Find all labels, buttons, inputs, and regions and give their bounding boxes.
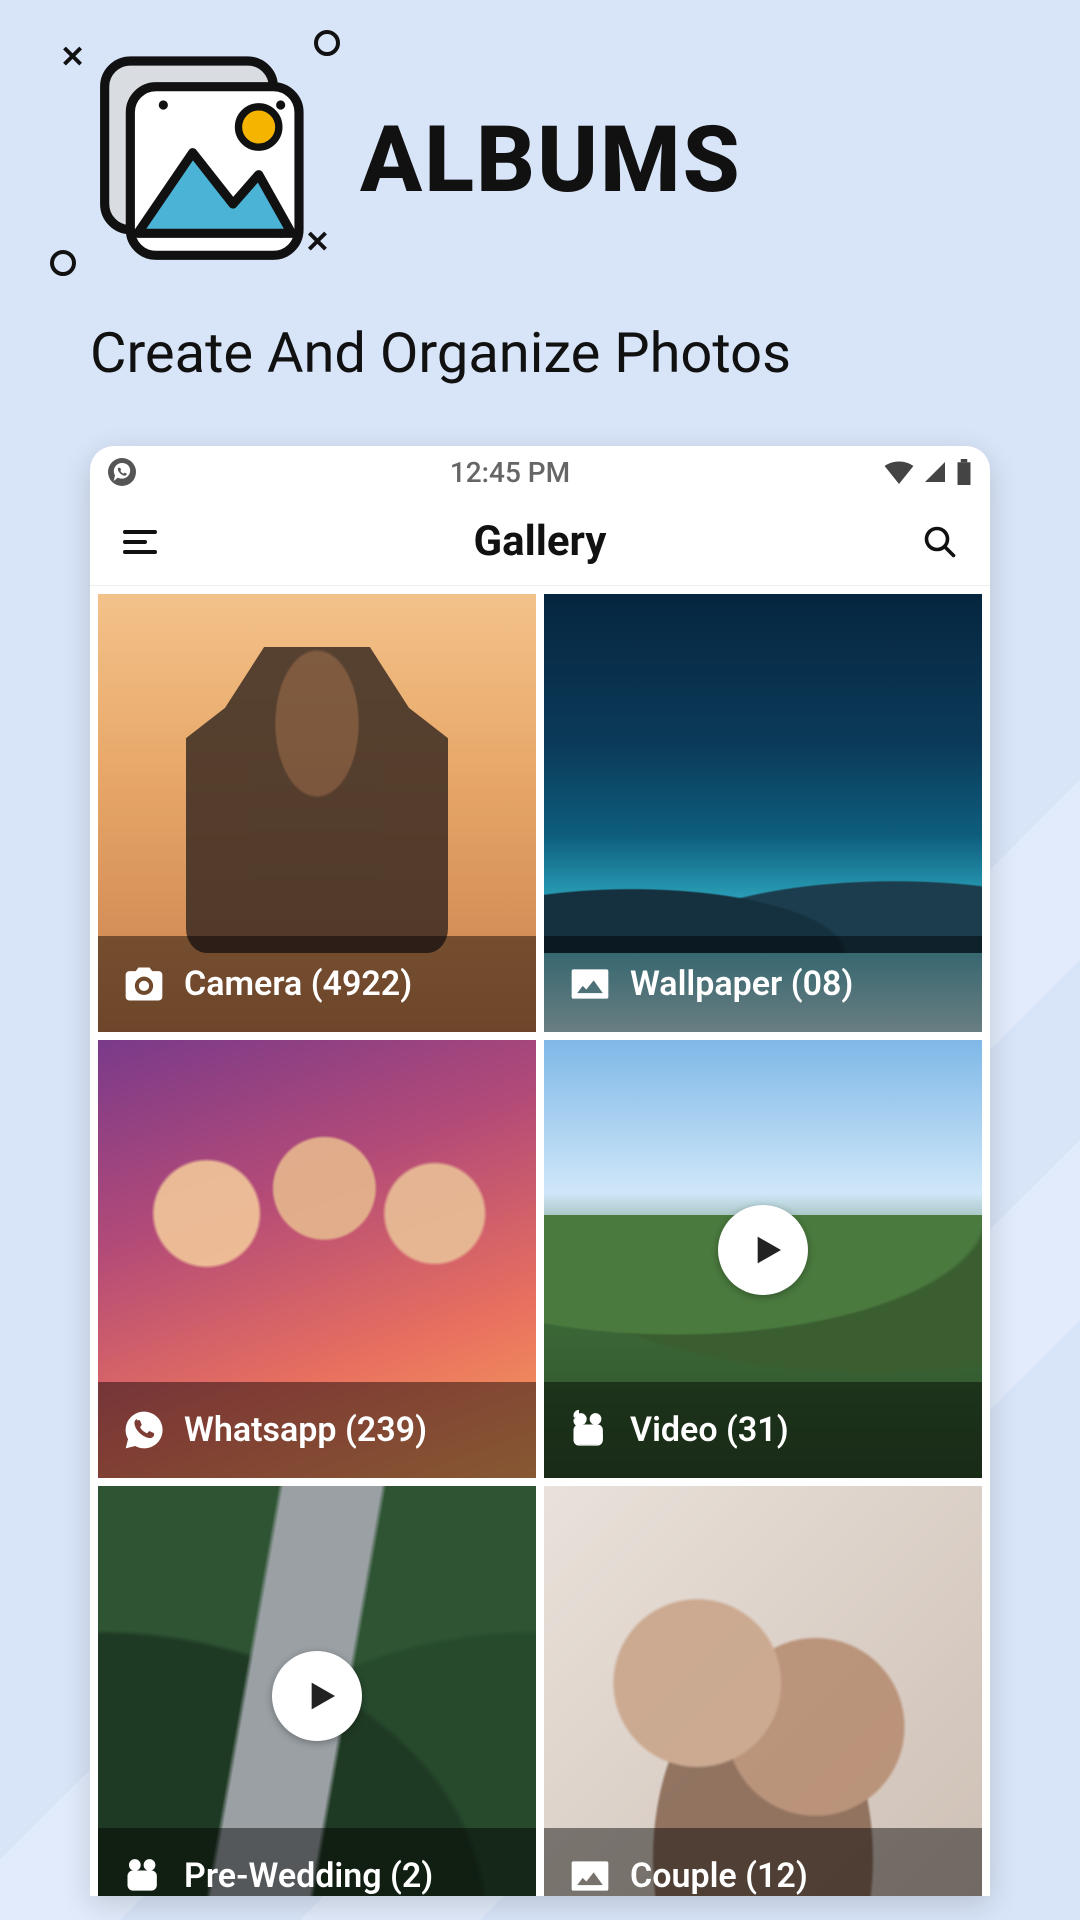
wifi-icon — [884, 460, 914, 484]
app-bar: Gallery — [90, 498, 990, 586]
signal-icon — [922, 460, 948, 484]
phone-frame: 12:45 PM Gallery Camera (4922) — [90, 446, 990, 1896]
play-button[interactable] — [272, 1651, 362, 1741]
album-video[interactable]: Video (31) — [544, 1040, 982, 1478]
status-bar: 12:45 PM — [90, 446, 990, 498]
video-icon — [568, 1408, 612, 1452]
album-overlay: Whatsapp (239) — [98, 1382, 536, 1478]
albums-app-icon: ✕ ✕ — [90, 50, 310, 270]
album-whatsapp[interactable]: Whatsapp (239) — [98, 1040, 536, 1478]
play-icon — [746, 1230, 786, 1270]
video-icon — [122, 1854, 166, 1896]
album-label: Wallpaper (08) — [630, 964, 853, 1004]
album-overlay: Camera (4922) — [98, 936, 536, 1032]
album-pre-wedding[interactable]: Pre-Wedding (2) — [98, 1486, 536, 1896]
search-button[interactable] — [910, 512, 970, 572]
search-icon — [922, 524, 958, 560]
album-camera[interactable]: Camera (4922) — [98, 594, 536, 1032]
album-label: Video (31) — [630, 1410, 789, 1450]
album-couple[interactable]: Couple (12) — [544, 1486, 982, 1896]
album-overlay: Couple (12) — [544, 1828, 982, 1896]
album-overlay: Video (31) — [544, 1382, 982, 1478]
promo-title: ALBUMS — [360, 107, 742, 214]
album-grid: Camera (4922) Wallpaper (08) Whatsapp (2… — [90, 586, 990, 1896]
image-icon — [568, 962, 612, 1006]
play-button[interactable] — [718, 1205, 808, 1295]
status-time: 12:45 PM — [136, 456, 884, 489]
camera-icon — [122, 962, 166, 1006]
battery-icon — [956, 459, 972, 485]
album-overlay: Wallpaper (08) — [544, 936, 982, 1032]
promo-header: ✕ ✕ ALBUMS Create And Organize Photos — [0, 0, 1080, 386]
menu-icon — [120, 522, 160, 562]
album-label: Pre-Wedding (2) — [184, 1856, 433, 1896]
album-label: Whatsapp (239) — [184, 1410, 427, 1450]
image-icon — [568, 1854, 612, 1896]
album-label: Camera (4922) — [184, 964, 412, 1004]
whatsapp-notification-icon — [108, 458, 136, 486]
whatsapp-icon — [122, 1408, 166, 1452]
album-overlay: Pre-Wedding (2) — [98, 1828, 536, 1896]
app-title: Gallery — [170, 517, 910, 566]
album-label: Couple (12) — [630, 1856, 808, 1896]
menu-button[interactable] — [110, 512, 170, 572]
album-wallpaper[interactable]: Wallpaper (08) — [544, 594, 982, 1032]
play-icon — [300, 1676, 340, 1716]
promo-subtitle: Create And Organize Photos — [90, 320, 990, 386]
